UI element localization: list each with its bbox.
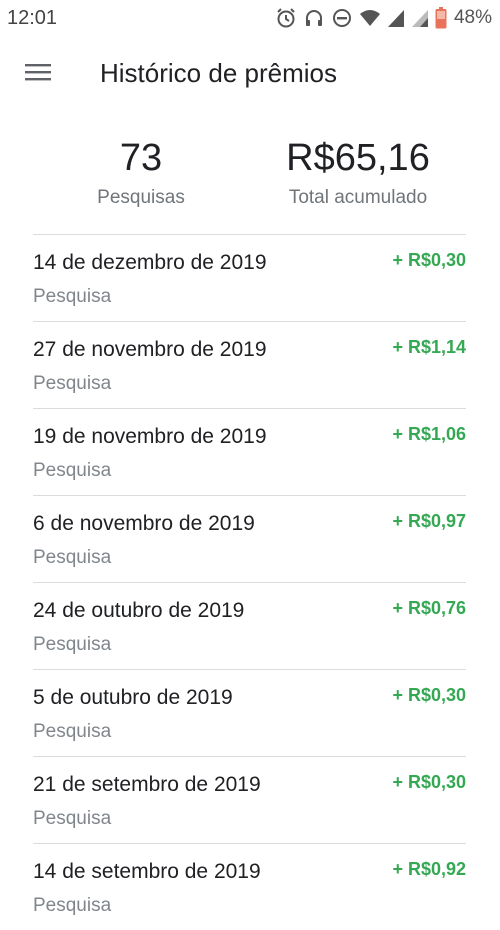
reward-date: 14 de setembro de 2019 xyxy=(33,860,261,883)
reward-amount: + R$1,14 xyxy=(392,337,466,357)
reward-date: 5 de outubro de 2019 xyxy=(33,686,233,709)
list-item[interactable]: 19 de novembro de 2019 Pesquisa + R$1,06 xyxy=(33,408,466,495)
alarm-icon xyxy=(275,7,297,29)
reward-date: 6 de novembro de 2019 xyxy=(33,512,255,535)
battery-percentage: 48% xyxy=(453,7,492,28)
reward-history-list: 14 de dezembro de 2019 Pesquisa + R$0,30… xyxy=(33,234,466,930)
wifi-icon xyxy=(359,8,381,28)
status-time: 12:01 xyxy=(7,7,58,29)
list-item[interactable]: 27 de novembro de 2019 Pesquisa + R$1,14 xyxy=(33,321,466,408)
surveys-count: 73 xyxy=(119,137,163,179)
signal-icon xyxy=(411,8,429,28)
do-not-disturb-icon xyxy=(331,7,353,29)
reward-date: 19 de novembro de 2019 xyxy=(33,425,267,448)
reward-amount: + R$0,30 xyxy=(392,250,466,270)
list-item[interactable]: 21 de setembro de 2019 Pesquisa + R$0,30 xyxy=(33,756,466,843)
reward-amount: + R$0,97 xyxy=(392,511,466,531)
reward-type: Pesquisa xyxy=(33,460,112,481)
list-item[interactable]: 24 de outubro de 2019 Pesquisa + R$0,76 xyxy=(33,582,466,669)
total-label: Total acumulado xyxy=(288,187,428,208)
reward-type: Pesquisa xyxy=(33,721,112,742)
status-bar: 12:01 48% xyxy=(0,0,500,36)
status-icons: 48% xyxy=(275,6,492,30)
battery-icon xyxy=(435,7,447,29)
reward-date: 24 de outubro de 2019 xyxy=(33,599,245,622)
signal-icon xyxy=(387,8,405,28)
reward-date: 27 de novembro de 2019 xyxy=(33,338,267,361)
reward-type: Pesquisa xyxy=(33,895,112,916)
hamburger-menu-icon xyxy=(25,62,51,87)
reward-type: Pesquisa xyxy=(33,547,112,568)
surveys-label: Pesquisas xyxy=(97,187,185,208)
reward-type: Pesquisa xyxy=(33,634,112,655)
reward-type: Pesquisa xyxy=(33,286,112,307)
reward-amount: + R$0,30 xyxy=(392,772,466,792)
reward-date: 21 de setembro de 2019 xyxy=(33,773,261,796)
reward-type: Pesquisa xyxy=(33,373,112,394)
list-item[interactable]: 14 de dezembro de 2019 Pesquisa + R$0,30 xyxy=(33,234,466,321)
page-title: Histórico de prêmios xyxy=(100,58,337,88)
list-item[interactable]: 6 de novembro de 2019 Pesquisa + R$0,97 xyxy=(33,495,466,582)
surveys-stat: 73 Pesquisas xyxy=(82,130,200,210)
reward-amount: + R$0,92 xyxy=(392,859,466,879)
reward-type: Pesquisa xyxy=(33,808,112,829)
total-value: R$65,16 xyxy=(286,137,430,179)
summary-panel: 73 Pesquisas R$65,16 Total acumulado xyxy=(0,130,500,220)
headset-icon xyxy=(303,7,325,29)
menu-button[interactable] xyxy=(14,50,62,98)
reward-date: 14 de dezembro de 2019 xyxy=(33,251,267,274)
list-item[interactable]: 14 de setembro de 2019 Pesquisa + R$0,92 xyxy=(33,843,466,930)
list-item[interactable]: 5 de outubro de 2019 Pesquisa + R$0,30 xyxy=(33,669,466,756)
reward-amount: + R$0,30 xyxy=(392,685,466,705)
reward-amount: + R$1,06 xyxy=(392,424,466,444)
total-stat: R$65,16 Total acumulado xyxy=(273,130,443,210)
reward-amount: + R$0,76 xyxy=(392,598,466,618)
app-bar: Histórico de prêmios xyxy=(0,36,500,112)
